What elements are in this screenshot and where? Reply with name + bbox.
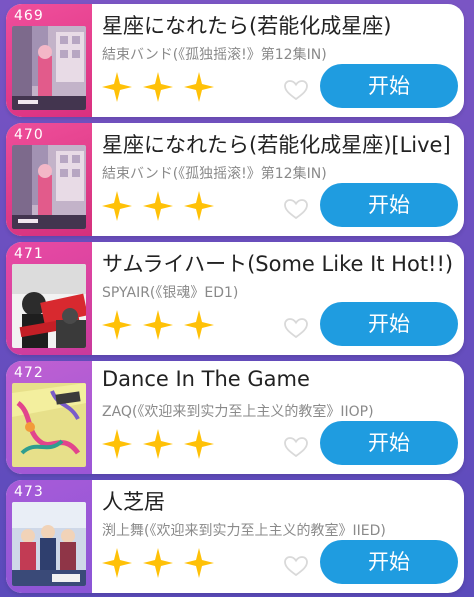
star-icon [184, 72, 215, 102]
star-rating [100, 546, 218, 586]
star-icon [184, 548, 215, 578]
star-icon [143, 548, 174, 578]
rank-number: 470 [14, 127, 44, 143]
star-icon [143, 310, 174, 340]
star-rating [100, 308, 218, 348]
rank-badge: 472 [6, 361, 92, 474]
song-title: Dance In The Game [102, 367, 310, 391]
heart-icon[interactable] [283, 316, 309, 340]
star-icon [184, 191, 215, 221]
rank-badge: 469 [6, 4, 92, 117]
rank-number: 473 [14, 484, 44, 500]
song-subtitle: 結束バンド(《孤独摇滚!》第12集IN) [102, 166, 327, 182]
album-cover [12, 502, 86, 586]
album-cover [12, 383, 86, 467]
rank-number: 471 [14, 246, 44, 262]
heart-icon[interactable] [283, 554, 309, 578]
star-icon [102, 429, 132, 459]
album-cover [12, 264, 86, 348]
song-subtitle: 結束バンド(《孤独摇滚!》第12集IN) [102, 47, 327, 63]
heart-icon[interactable] [283, 78, 309, 102]
album-cover-fuchigami-mai-icon [12, 502, 86, 586]
star-icon [102, 191, 132, 221]
start-button[interactable]: 开始 [320, 64, 458, 108]
star-icon [143, 429, 174, 459]
song-title: 人芝居 [102, 490, 165, 514]
song-list: 469 星座になれたら(若能化成星座) 結束バンド(《孤独摇滚!》第12集IN)… [0, 0, 474, 597]
album-cover-zaq-icon [12, 383, 86, 467]
rank-badge: 470 [6, 123, 92, 236]
start-button[interactable]: 开始 [320, 540, 458, 584]
song-title: 星座になれたら(若能化成星座) [102, 14, 392, 38]
start-button[interactable]: 开始 [320, 421, 458, 465]
rank-badge: 471 [6, 242, 92, 355]
rank-number: 469 [14, 8, 44, 24]
heart-icon[interactable] [283, 435, 309, 459]
song-card[interactable]: 473 人芝居 渕上舞(《欢迎来到实力至上主义的教室》IIED) 开始 [6, 480, 464, 593]
song-subtitle: 渕上舞(《欢迎来到实力至上主义的教室》IIED) [102, 523, 386, 539]
album-cover [12, 26, 86, 110]
song-card[interactable]: 469 星座になれたら(若能化成星座) 結束バンド(《孤独摇滚!》第12集IN)… [6, 4, 464, 117]
star-icon [102, 72, 132, 102]
song-subtitle: ZAQ(《欢迎来到实力至上主义的教室》IIOP) [102, 404, 374, 420]
star-icon [102, 548, 132, 578]
song-title: 星座になれたら(若能化成星座)[Live] [102, 133, 451, 157]
song-card[interactable]: 470 星座になれたら(若能化成星座)[Live] 結束バンド(《孤独摇滚!》第… [6, 123, 464, 236]
star-rating [100, 70, 218, 110]
start-button[interactable]: 开始 [320, 302, 458, 346]
star-icon [143, 191, 174, 221]
album-cover-kessoku-band-icon [12, 26, 86, 110]
star-icon [184, 429, 215, 459]
rank-number: 472 [14, 365, 44, 381]
star-icon [184, 310, 215, 340]
album-cover [12, 145, 86, 229]
star-rating [100, 427, 218, 467]
star-icon [143, 72, 174, 102]
album-cover-kessoku-band-icon [12, 145, 86, 229]
star-icon [102, 310, 132, 340]
album-cover-spyair-icon [12, 264, 86, 348]
start-button[interactable]: 开始 [320, 183, 458, 227]
song-title: サムライハート(Some Like It Hot!!) [102, 252, 454, 276]
rank-badge: 473 [6, 480, 92, 593]
song-card[interactable]: 471 サムライハート(Some Like It Hot!!) SPYAIR(《… [6, 242, 464, 355]
song-subtitle: SPYAIR(《银魂》ED1) [102, 285, 239, 301]
heart-icon[interactable] [283, 197, 309, 221]
song-card[interactable]: 472 Dance In The Game ZAQ(《欢迎来到实力至上主义的教室… [6, 361, 464, 474]
star-rating [100, 189, 218, 229]
